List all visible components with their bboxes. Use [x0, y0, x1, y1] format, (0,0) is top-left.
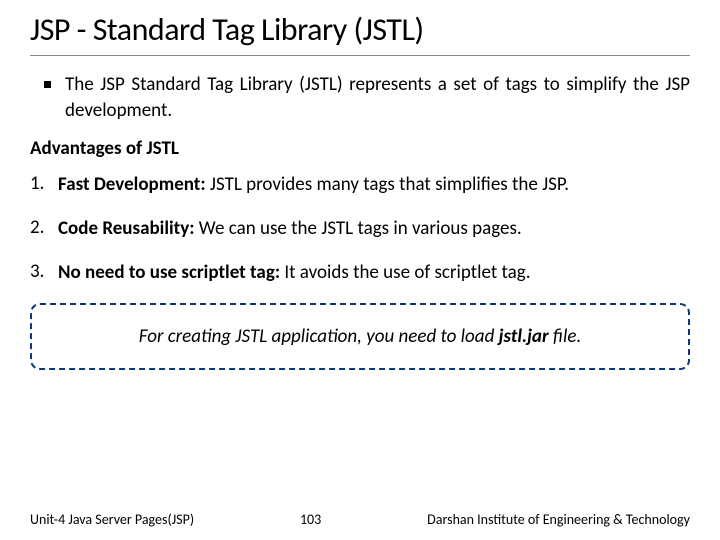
footer-page-number: 103	[300, 511, 321, 528]
square-bullet-icon	[44, 81, 51, 88]
callout-bold: jstl.jar	[499, 325, 549, 348]
item-number: 2.	[30, 216, 58, 239]
item-text: JSTL provides many tags that simplifies …	[206, 173, 569, 196]
slide-content: JSP - Standard Tag Library (JSTL) The JS…	[0, 0, 720, 370]
item-body: Fast Development: JSTL provides many tag…	[58, 172, 690, 198]
slide-footer: Unit-4 Java Server Pages(JSP) 103 Darsha…	[0, 511, 720, 528]
item-label: Fast Development:	[58, 173, 206, 196]
page-title: JSP - Standard Tag Library (JSTL)	[30, 10, 690, 56]
intro-bullet: The JSP Standard Tag Library (JSTL) repr…	[30, 72, 690, 123]
callout-prefix: For creating JSTL application, you need …	[139, 325, 499, 348]
callout-box: For creating JSTL application, you need …	[30, 303, 690, 370]
advantages-heading: Advantages of JSTL	[30, 137, 690, 160]
callout-suffix: file.	[549, 325, 582, 348]
item-body: Code Reusability: We can use the JSTL ta…	[58, 216, 690, 242]
footer-right: Darshan Institute of Engineering & Techn…	[427, 511, 690, 528]
item-number: 3.	[30, 260, 58, 283]
item-text: It avoids the use of scriptlet tag.	[280, 261, 530, 284]
list-item: 1. Fast Development: JSTL provides many …	[30, 172, 690, 198]
intro-text: The JSP Standard Tag Library (JSTL) repr…	[65, 72, 690, 123]
list-item: 2. Code Reusability: We can use the JSTL…	[30, 216, 690, 242]
list-item: 3. No need to use scriptlet tag: It avoi…	[30, 260, 690, 286]
item-label: Code Reusability:	[58, 217, 195, 240]
item-text: We can use the JSTL tags in various page…	[195, 217, 522, 240]
item-number: 1.	[30, 172, 58, 195]
item-label: No need to use scriptlet tag:	[58, 261, 280, 284]
footer-left: Unit-4 Java Server Pages(JSP)	[30, 511, 194, 528]
item-body: No need to use scriptlet tag: It avoids …	[58, 260, 690, 286]
